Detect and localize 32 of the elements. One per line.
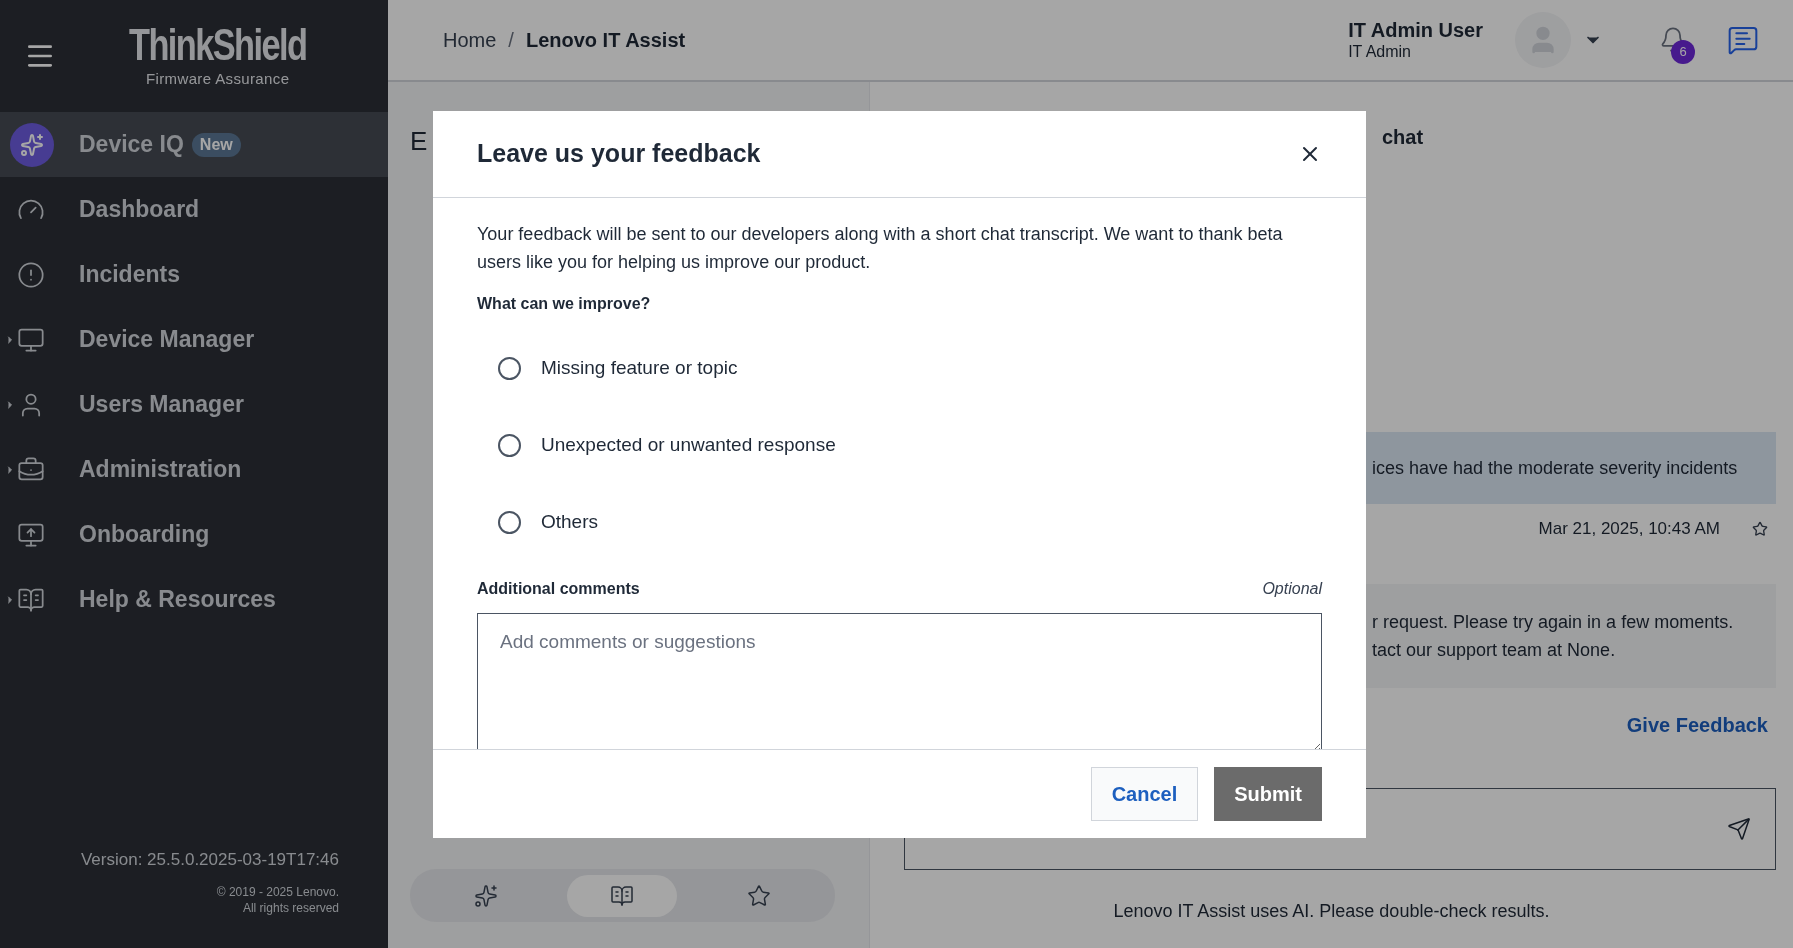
message-line: tact our support team at None.: [1372, 638, 1617, 662]
optional-label: Optional: [1262, 579, 1322, 599]
user-name: IT Admin User: [1348, 18, 1483, 42]
radio-label: Unexpected or unwanted response: [541, 433, 836, 458]
question-label: What can we improve?: [477, 294, 652, 314]
copyright-text: All rights reserved: [242, 900, 339, 916]
comments-label: Additional comments: [477, 579, 640, 599]
message-timestamp: Mar 21, 2025, 10:43 AM: [1538, 518, 1720, 540]
logo-title: ThinkShield: [129, 21, 307, 68]
sidebar-label: Users Manager: [79, 390, 244, 420]
notification-badge: 6: [1671, 40, 1695, 64]
breadcrumb-separator: /: [508, 28, 514, 53]
new-badge: New: [191, 132, 241, 157]
chat-title: chat: [1381, 125, 1425, 150]
user-role: IT Admin: [1348, 42, 1412, 62]
sidebar-label: Onboarding: [79, 520, 210, 550]
sidebar-label: Device Manager: [79, 325, 255, 355]
sidebar-label: Dashboard: [79, 195, 200, 225]
message-line: r request. Please try again in a few moments.: [1372, 610, 1735, 634]
sidebar-label: Device IQ: [79, 130, 184, 160]
copyright-text: © 2019 - 2025 Lenovo.: [216, 884, 339, 900]
dialog-title: Leave us your feedback: [477, 138, 761, 170]
sidebar-label: Help & Resources: [79, 585, 276, 615]
ai-disclaimer: Lenovo IT Assist uses AI. Please double-check results.: [1113, 899, 1550, 923]
logo-subtitle: Firmware Assurance: [145, 68, 290, 89]
sidebar-label: Administration: [79, 455, 242, 485]
dialog-description: Your feedback will be sent to our developers along with a short chat transcript. We want to thank beta users like you for helping us improve our product.: [477, 223, 1284, 274]
panel-title: E: [410, 125, 428, 158]
version-text: Version: 25.5.0.2025-03-19T17:46: [80, 848, 339, 871]
radio-label: Others: [541, 510, 599, 535]
radio-label: Missing feature or topic: [541, 356, 738, 381]
sidebar-label: Incidents: [79, 260, 180, 290]
